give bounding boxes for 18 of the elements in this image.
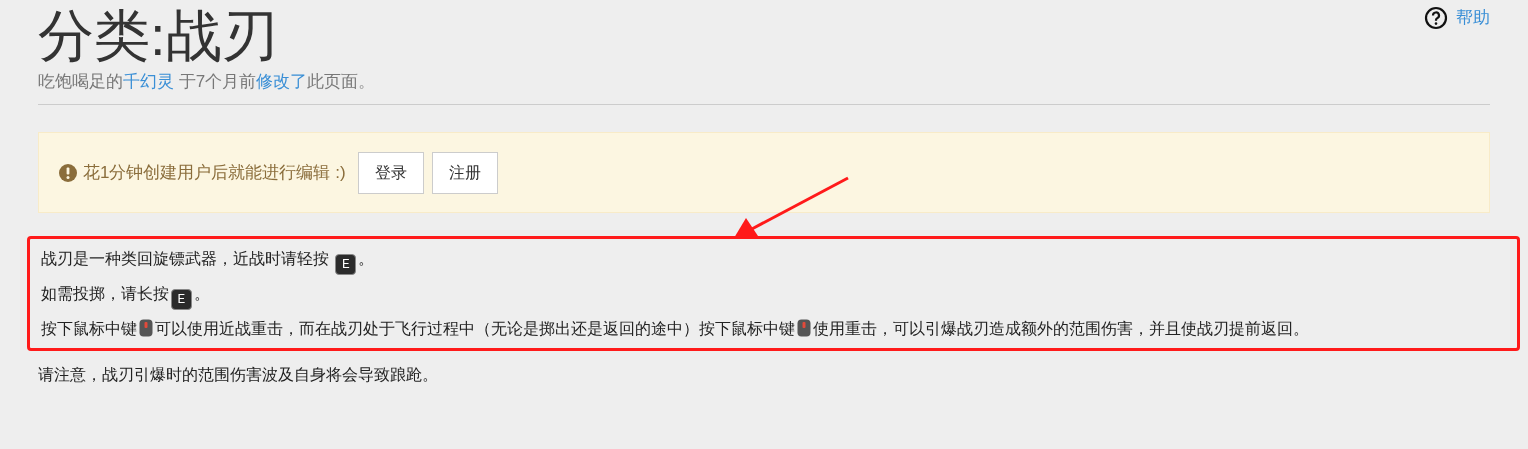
paragraph: 如需投掷，请长按 E 。 <box>41 276 1517 311</box>
byline-text: 吃饱喝足的千幻灵 于7个月前修改了此页面。 <box>38 71 377 93</box>
help-icon <box>1424 5 1448 30</box>
page-title: 分类:战刃 <box>38 3 278 69</box>
mouse-icon <box>139 319 153 337</box>
auth-button[interactable]: 注册 <box>431 151 498 194</box>
warning-icon <box>59 163 77 182</box>
user-link[interactable]: 修改了 <box>256 72 308 91</box>
auth-button[interactable]: 登录 <box>357 151 424 194</box>
notice-text: 花1分钟创建用户后就能进行编辑 :) <box>83 161 346 184</box>
user-link[interactable]: 千幻灵 <box>123 72 174 91</box>
mouse-icon <box>797 319 811 337</box>
paragraph: 请注意，战刃引爆时的范围伤害波及自身将会导致踉跄。 <box>38 365 439 385</box>
help-link[interactable]: 帮助 <box>1424 5 1490 31</box>
key-cap: E <box>171 289 192 310</box>
key-cap: E <box>335 254 357 275</box>
paragraph: 战刃是一种类回旋镖武器，近战时请轻按 E 。 <box>41 241 1517 276</box>
paragraph: 按下鼠标中键 可以使用近战重击，而在战刃处于飞行过程中（无论是掷出还是返回的途中）按下鼠标中键 使用重击，可以引爆战刃造成额外的范围伤害，并且使战刃提前返回。 <box>41 318 1310 339</box>
